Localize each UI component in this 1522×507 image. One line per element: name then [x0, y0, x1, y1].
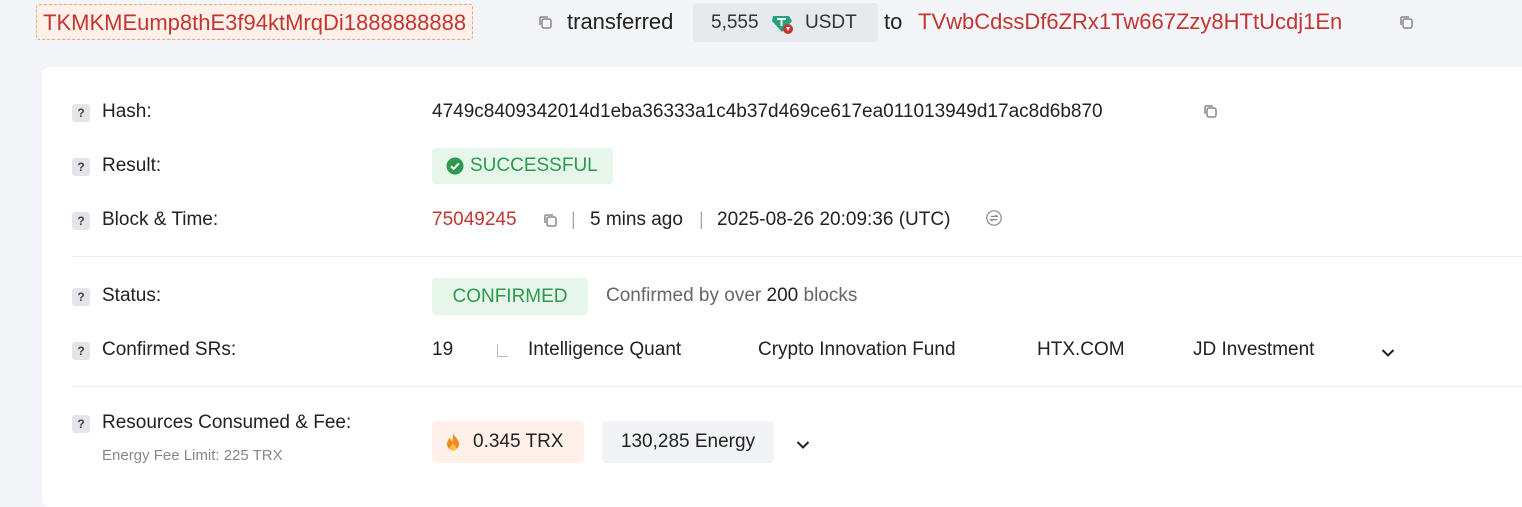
sr-count: 19: [432, 339, 454, 360]
hash-value: 4749c8409342014d1eba36333a1c4b37d469ce61…: [432, 101, 1103, 122]
separator: |: [699, 209, 704, 229]
confirmation-count: 200: [766, 285, 799, 306]
timestamp: 2025-08-26 20:09:36 (UTC): [717, 209, 951, 230]
help-icon[interactable]: ?: [72, 104, 90, 122]
block-time-label: Block & Time:: [102, 209, 219, 230]
status-label: Status:: [102, 285, 162, 306]
tether-icon: [771, 12, 793, 34]
transfer-summary: TKMKMEump8thE3f94ktMrqDi1888888888 trans…: [0, 0, 1522, 44]
sr-name[interactable]: Intelligence Quant: [528, 339, 681, 361]
transferred-verb: transferred: [567, 9, 674, 34]
copy-icon[interactable]: [542, 212, 558, 228]
amount-value: 5,555: [711, 12, 759, 33]
sr-name[interactable]: JD Investment: [1193, 339, 1314, 361]
result-value: SUCCESSFUL: [470, 155, 598, 176]
to-word: to: [884, 9, 903, 34]
chevron-down-icon[interactable]: [1381, 345, 1395, 357]
energy-badge: 130,285 Energy: [602, 421, 774, 463]
fee-badge: 0.345 TRX: [432, 421, 584, 463]
copy-icon[interactable]: [537, 14, 553, 30]
result-badge: SUCCESSFUL: [432, 148, 613, 184]
to-address-link[interactable]: TVwbCdssDf6ZRx1Tw667Zzy8HTtUcdj1En: [918, 4, 1342, 40]
help-icon[interactable]: ?: [72, 415, 90, 433]
confirmation-note: Confirmed by over 200 blocks: [606, 285, 857, 307]
sr-name[interactable]: HTX.COM: [1037, 339, 1125, 361]
help-icon[interactable]: ?: [72, 342, 90, 360]
separator: |: [571, 209, 576, 229]
block-number-link[interactable]: 75049245: [432, 209, 517, 231]
from-address-link[interactable]: TKMKMEump8thE3f94ktMrqDi1888888888: [36, 4, 474, 40]
result-label: Result:: [102, 155, 162, 176]
confirmation-suffix: blocks: [803, 285, 858, 306]
token-symbol[interactable]: USDT: [805, 3, 857, 42]
timezone-toggle-icon[interactable]: [986, 210, 1006, 230]
check-circle-icon: [446, 157, 464, 175]
time-ago: 5 mins ago: [590, 209, 683, 230]
help-icon[interactable]: ?: [72, 158, 90, 176]
section-divider: [72, 386, 1522, 387]
energy-fee-limit: Energy Fee Limit: 225 TRX: [102, 447, 283, 464]
section-divider: [72, 256, 1522, 257]
resources-label: Resources Consumed & Fee:: [102, 412, 352, 433]
help-icon[interactable]: ?: [72, 212, 90, 230]
help-icon[interactable]: ?: [72, 288, 90, 306]
sr-name[interactable]: Crypto Innovation Fund: [758, 339, 956, 361]
status-badge: CONFIRMED: [432, 278, 588, 315]
copy-icon[interactable]: [1202, 103, 1218, 119]
confirmed-srs-label: Confirmed SRs:: [102, 339, 237, 360]
tree-connector-icon: [497, 344, 508, 357]
amount-badge: 5,555 USDT: [693, 3, 878, 42]
confirmation-prefix: Confirmed by over: [606, 285, 762, 306]
copy-icon[interactable]: [1398, 14, 1414, 30]
fee-value: 0.345 TRX: [473, 431, 564, 452]
fire-icon: [444, 432, 462, 452]
hash-label: Hash:: [102, 101, 152, 122]
chevron-down-icon[interactable]: [796, 437, 810, 449]
